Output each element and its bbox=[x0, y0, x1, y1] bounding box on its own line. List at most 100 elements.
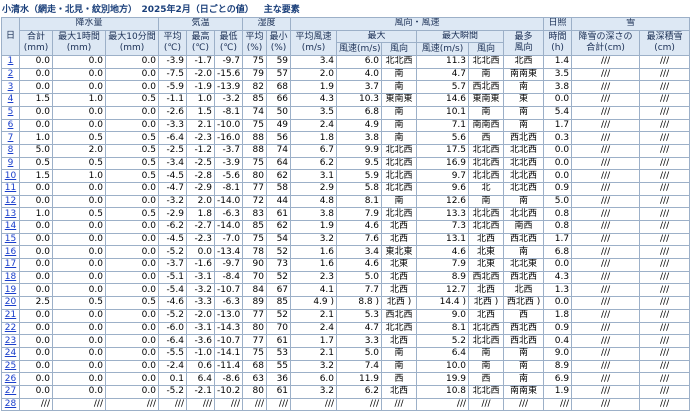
day-cell[interactable]: 5 bbox=[1, 105, 20, 120]
day-link[interactable]: 23 bbox=[5, 336, 16, 346]
table-cell: /// bbox=[571, 131, 641, 145]
day-cell[interactable]: 18 bbox=[1, 270, 20, 285]
day-cell[interactable]: 24 bbox=[1, 346, 20, 361]
day-cell[interactable]: 26 bbox=[1, 372, 20, 386]
table-cell: 北北西 bbox=[468, 334, 505, 348]
day-link[interactable]: 14 bbox=[5, 221, 16, 231]
day-cell[interactable]: 25 bbox=[1, 359, 20, 374]
table-cell: 4.8 bbox=[290, 194, 338, 209]
table-cell: /// bbox=[186, 397, 215, 412]
day-link[interactable]: 3 bbox=[8, 82, 14, 92]
table-cell: 5.0 bbox=[543, 194, 573, 209]
day-link[interactable]: 27 bbox=[5, 386, 16, 396]
table-cell: /// bbox=[265, 397, 292, 412]
table-cell: 北西 bbox=[468, 308, 505, 323]
table-cell: /// bbox=[571, 334, 641, 348]
table-cell: /// bbox=[639, 321, 691, 336]
daily-weather-table: 日 降水量 気温 湿度 風向・風速 日照 雪 合計 (mm) 最大1時間 (mm) … bbox=[1, 16, 691, 412]
table-cell: 11.3 bbox=[416, 55, 470, 69]
table-cell: 0.0 bbox=[52, 181, 106, 196]
day-cell[interactable]: 4 bbox=[1, 93, 20, 107]
table-cell: 5.9 bbox=[336, 169, 383, 183]
day-link[interactable]: 17 bbox=[5, 260, 16, 270]
table-cell: 1.8 bbox=[186, 207, 215, 221]
table-cell: /// bbox=[639, 220, 691, 234]
table-cell: 0.0 bbox=[105, 283, 159, 298]
day-cell[interactable]: 19 bbox=[1, 283, 20, 298]
table-cell: 9.0 bbox=[416, 308, 470, 323]
day-link[interactable]: 26 bbox=[5, 374, 16, 384]
day-link[interactable]: 22 bbox=[5, 323, 16, 333]
table-cell: 62 bbox=[265, 220, 292, 234]
table-cell: 西 bbox=[468, 372, 505, 386]
day-cell[interactable]: 22 bbox=[1, 321, 20, 336]
day-cell[interactable]: 23 bbox=[1, 334, 20, 348]
table-cell: /// bbox=[543, 397, 573, 412]
day-link[interactable]: 1 bbox=[8, 57, 14, 67]
day-cell[interactable]: 6 bbox=[1, 118, 20, 133]
day-link[interactable]: 8 bbox=[8, 145, 14, 155]
table-cell: 3.8 bbox=[543, 80, 573, 95]
table-cell: 14.4 ) bbox=[416, 296, 470, 310]
day-cell[interactable]: 17 bbox=[1, 258, 20, 272]
day-link[interactable]: 16 bbox=[5, 247, 16, 257]
day-link[interactable]: 12 bbox=[5, 196, 16, 206]
table-cell: 36 bbox=[265, 372, 292, 386]
day-cell[interactable]: 28 bbox=[1, 397, 20, 412]
label: 平均 bbox=[245, 31, 264, 42]
day-link[interactable]: 18 bbox=[5, 272, 16, 282]
table-cell: 8.1 bbox=[336, 194, 383, 209]
day-cell[interactable]: 14 bbox=[1, 220, 20, 234]
day-link[interactable]: 6 bbox=[8, 120, 14, 130]
table-cell: /// bbox=[571, 384, 641, 399]
day-cell[interactable]: 12 bbox=[1, 194, 20, 209]
table-cell: 6.9 bbox=[543, 372, 573, 386]
table-cell: 8.1 bbox=[416, 321, 470, 336]
day-cell[interactable]: 11 bbox=[1, 181, 20, 196]
day-cell[interactable]: 13 bbox=[1, 207, 20, 221]
day-cell[interactable]: 2 bbox=[1, 67, 20, 82]
day-cell[interactable]: 20 bbox=[1, 296, 20, 310]
table-cell: 西 bbox=[468, 131, 505, 145]
day-cell[interactable]: 1 bbox=[1, 55, 20, 69]
table-cell: 8.8 ) bbox=[336, 296, 383, 310]
table-cell: -11.4 bbox=[214, 359, 243, 374]
day-link[interactable]: 9 bbox=[8, 158, 14, 168]
table-cell: 73 bbox=[265, 258, 292, 272]
day-link[interactable]: 20 bbox=[5, 298, 16, 308]
label: 最大1時間 bbox=[58, 31, 100, 42]
table-cell: 75 bbox=[242, 156, 267, 171]
table-cell: /// bbox=[639, 118, 691, 133]
day-link[interactable]: 19 bbox=[5, 285, 16, 295]
day-cell[interactable]: 27 bbox=[1, 384, 20, 399]
day-link[interactable]: 25 bbox=[5, 361, 16, 371]
day-cell[interactable]: 21 bbox=[1, 308, 20, 323]
day-cell[interactable]: 7 bbox=[1, 131, 20, 145]
day-cell[interactable]: 16 bbox=[1, 245, 20, 260]
day-link[interactable]: 11 bbox=[5, 183, 16, 193]
day-cell[interactable]: 9 bbox=[1, 156, 20, 171]
day-link[interactable]: 5 bbox=[8, 107, 14, 117]
day-link[interactable]: 7 bbox=[8, 133, 14, 143]
table-cell: 1.7 bbox=[290, 334, 338, 348]
label: 降雪の深さの bbox=[578, 31, 633, 42]
day-link[interactable]: 15 bbox=[5, 234, 16, 244]
table-cell: 0.0 bbox=[19, 194, 53, 209]
header-wind-mode: 最多 風向 bbox=[503, 29, 545, 57]
table-cell: 0.0 bbox=[19, 181, 53, 196]
table-cell: -2.9 bbox=[158, 207, 187, 221]
day-cell[interactable]: 15 bbox=[1, 232, 20, 247]
day-cell[interactable]: 8 bbox=[1, 143, 20, 158]
day-link[interactable]: 21 bbox=[5, 310, 16, 320]
table-cell: 7.4 bbox=[336, 359, 383, 374]
day-link[interactable]: 4 bbox=[8, 95, 14, 105]
day-link[interactable]: 2 bbox=[8, 69, 14, 79]
title-text: 小清水（網走・北見・紋別地方） 2025年2月（日ごとの値） bbox=[2, 5, 254, 15]
day-link[interactable]: 13 bbox=[5, 209, 16, 219]
day-cell[interactable]: 10 bbox=[1, 169, 20, 183]
day-cell[interactable]: 3 bbox=[1, 80, 20, 95]
day-link[interactable]: 10 bbox=[5, 171, 16, 181]
header-temp: 気温 bbox=[158, 17, 243, 31]
day-link[interactable]: 24 bbox=[5, 348, 16, 358]
day-link[interactable]: 28 bbox=[5, 399, 16, 409]
